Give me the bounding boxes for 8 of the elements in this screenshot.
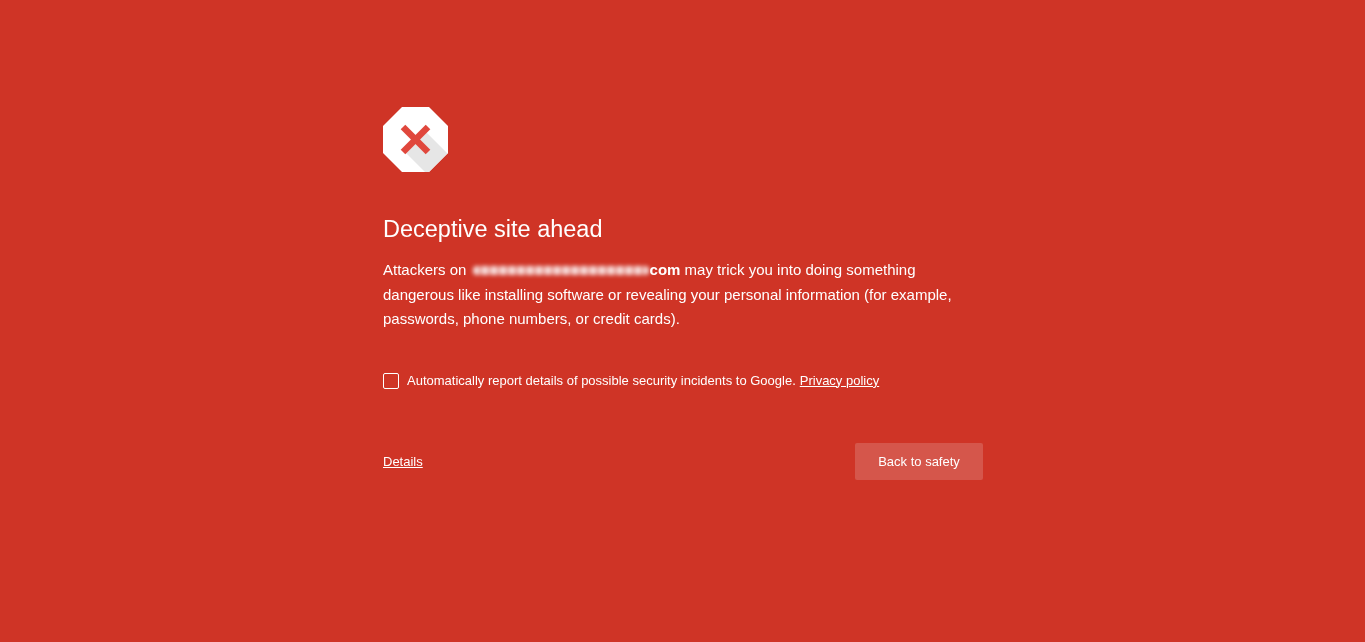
warning-message: Attackers on com may trick you into doing something dangerous like installing software or revealing your personal information (for example, passwords, phone numbers, or credit cards). <box>383 260 953 329</box>
privacy-policy-link[interactable]: Privacy policy <box>799 371 880 390</box>
report-checkbox[interactable] <box>383 372 399 389</box>
stop-sign-icon <box>383 107 448 172</box>
warning-heading: Deceptive site ahead <box>383 215 603 244</box>
report-label: Automatically report details of possible security incidents to Google. <box>407 371 796 390</box>
back-to-safety-button[interactable]: Back to safety <box>855 442 983 480</box>
details-link[interactable]: Details <box>383 453 423 469</box>
